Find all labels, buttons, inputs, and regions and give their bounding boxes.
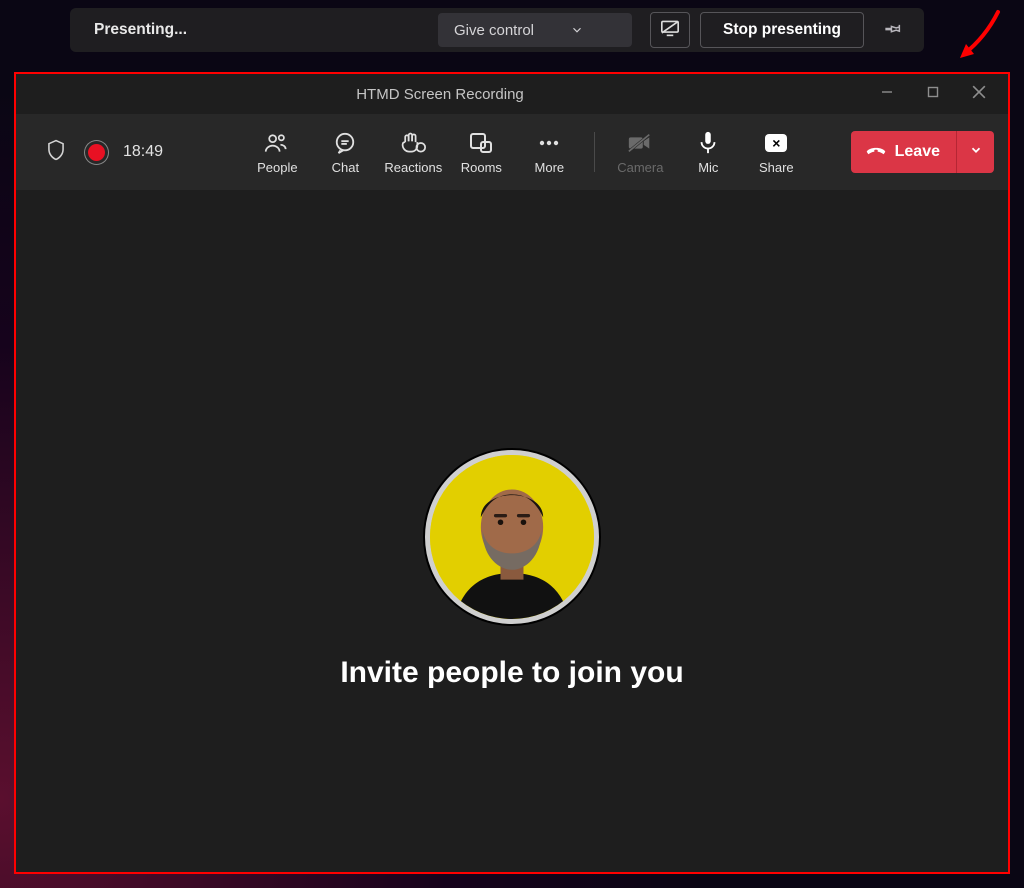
- people-icon: [264, 130, 290, 156]
- toolbar-separator: [594, 132, 595, 172]
- annotation-arrow-icon: [950, 6, 1006, 71]
- more-icon: [537, 130, 561, 156]
- shield-icon[interactable]: [46, 139, 66, 166]
- meeting-toolbar: 18:49 People: [16, 114, 1008, 190]
- invite-heading: Invite people to join you: [340, 656, 683, 690]
- meeting-content: Invite people to join you: [16, 190, 1008, 872]
- title-bar: HTMD Screen Recording: [16, 74, 1008, 114]
- camera-button[interactable]: Camera: [607, 114, 673, 190]
- meeting-window: HTMD Screen Recording 18:49: [14, 72, 1010, 874]
- window-title: HTMD Screen Recording: [16, 86, 864, 103]
- share-label: Share: [759, 160, 794, 175]
- give-control-label: Give control: [454, 22, 534, 39]
- recording-indicator-icon: [88, 144, 105, 161]
- stop-presenting-label: Stop presenting: [723, 21, 841, 39]
- minimize-icon: [881, 85, 893, 103]
- share-button[interactable]: × Share: [743, 114, 809, 190]
- reactions-icon: [400, 130, 426, 156]
- more-label: More: [535, 160, 565, 175]
- hangup-icon: [865, 142, 895, 163]
- minimize-button[interactable]: [864, 74, 910, 114]
- leave-label: Leave: [895, 143, 940, 161]
- rooms-icon: [469, 130, 493, 156]
- chevron-down-icon: [570, 23, 584, 37]
- camera-off-icon: [627, 130, 653, 156]
- chat-button[interactable]: Chat: [312, 114, 378, 190]
- maximize-icon: [927, 85, 939, 103]
- pop-out-screen-button[interactable]: [650, 12, 690, 48]
- chat-icon: [333, 130, 357, 156]
- reactions-button[interactable]: Reactions: [380, 114, 446, 190]
- more-button[interactable]: More: [516, 114, 582, 190]
- presenting-bar: Presenting... Give control Stop presenti…: [70, 8, 924, 52]
- presenting-status: Presenting...: [94, 21, 438, 39]
- monitor-slash-icon: [660, 19, 680, 42]
- people-button[interactable]: People: [244, 114, 310, 190]
- close-icon: [972, 85, 986, 104]
- rooms-button[interactable]: Rooms: [448, 114, 514, 190]
- people-label: People: [257, 160, 297, 175]
- mic-button[interactable]: Mic: [675, 114, 741, 190]
- participant-avatar: [425, 450, 599, 624]
- pin-button[interactable]: [878, 15, 908, 45]
- camera-label: Camera: [617, 160, 663, 175]
- share-stop-icon: ×: [765, 130, 787, 156]
- leave-options-button[interactable]: [956, 131, 994, 173]
- rooms-label: Rooms: [461, 160, 502, 175]
- reactions-label: Reactions: [384, 160, 442, 175]
- stop-presenting-button[interactable]: Stop presenting: [700, 12, 864, 48]
- give-control-dropdown[interactable]: Give control: [438, 13, 632, 47]
- leave-button[interactable]: Leave: [851, 131, 994, 173]
- mic-icon: [698, 130, 718, 156]
- chat-label: Chat: [332, 160, 359, 175]
- mic-label: Mic: [698, 160, 718, 175]
- elapsed-time: 18:49: [123, 143, 163, 161]
- close-button[interactable]: [956, 74, 1002, 114]
- pin-icon: [884, 19, 902, 42]
- maximize-button[interactable]: [910, 74, 956, 114]
- avatar-image: [425, 450, 599, 624]
- chevron-down-icon: [969, 143, 983, 162]
